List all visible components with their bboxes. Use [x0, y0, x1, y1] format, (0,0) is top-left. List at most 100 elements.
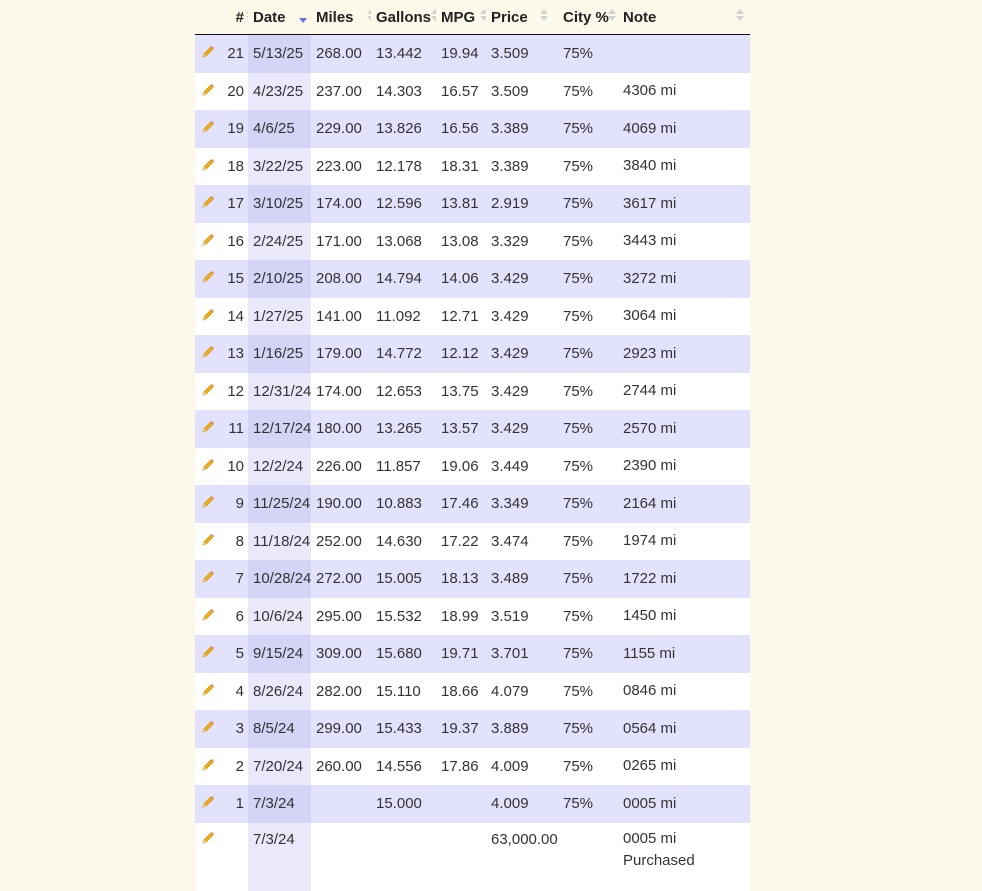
- note-text: 2164 mi: [623, 494, 677, 512]
- miles-cell: 179.00: [311, 335, 371, 373]
- note-cell: 3617 mi: [618, 185, 750, 223]
- gallons-cell: 10.883: [371, 485, 436, 523]
- pencil-icon[interactable]: [201, 158, 215, 172]
- gallons-cell: 15.000: [371, 785, 436, 823]
- note-cell: 2570 mi: [618, 410, 750, 448]
- table-row: 13 1/16/25 179.00 14.772 12.12 3.429 75% 2923 m…: [195, 335, 750, 373]
- edit-cell: [195, 635, 221, 673]
- pencil-icon[interactable]: [201, 120, 215, 134]
- miles-cell: 180.00: [311, 410, 371, 448]
- pencil-icon[interactable]: [201, 45, 215, 59]
- price-cell: 63,000.00: [486, 822, 558, 891]
- table-row: 17 3/10/25 174.00 12.596 13.81 2.919 75% 3617 m…: [195, 185, 750, 223]
- note-text: 1722 mi: [623, 569, 677, 587]
- city-percent-cell: 75%: [558, 785, 618, 823]
- pencil-icon[interactable]: [201, 758, 215, 772]
- row-number-cell: 8: [221, 522, 248, 560]
- miles-cell: 171.00: [311, 222, 371, 260]
- table-row: 7 10/28/24 272.00 15.005 18.13 3.489 75% 1722 m…: [195, 560, 750, 598]
- row-number-cell: 20: [221, 72, 248, 110]
- miles-cell: 229.00: [311, 110, 371, 148]
- pencil-icon[interactable]: [201, 383, 215, 397]
- column-header-num[interactable]: #: [221, 0, 254, 35]
- note-cell: 1155 mi: [618, 635, 750, 673]
- gallons-cell: 14.303: [371, 72, 436, 110]
- note-text: 3064 mi: [623, 307, 677, 325]
- column-header-mpg[interactable]: MPG: [436, 0, 488, 35]
- city-percent-cell: 75%: [558, 110, 618, 148]
- price-cell: 3.429: [486, 372, 558, 410]
- table-row: 11 12/17/24 180.00 13.265 13.57 3.429 75% 2570 …: [195, 410, 750, 448]
- price-cell: 3.329: [486, 222, 558, 260]
- price-cell: 4.079: [486, 672, 558, 710]
- column-header-num-label: #: [235, 8, 244, 26]
- column-header-gallons[interactable]: Gallons: [371, 0, 439, 35]
- column-header-note[interactable]: Note: [618, 0, 750, 35]
- note-text: 2923 mi: [623, 344, 677, 362]
- miles-cell: 309.00: [311, 635, 371, 673]
- price-cell: 3.389: [486, 147, 558, 185]
- table-row: 6 10/6/24 295.00 15.532 18.99 3.519 75% 1450 mi: [195, 597, 750, 635]
- pencil-icon[interactable]: [201, 195, 215, 209]
- column-header-price[interactable]: Price: [486, 0, 558, 35]
- row-number-cell: 16: [221, 222, 248, 260]
- pencil-icon[interactable]: [201, 420, 215, 434]
- miles-cell: 174.00: [311, 185, 371, 223]
- price-cell: 3.509: [486, 72, 558, 110]
- pencil-icon[interactable]: [201, 308, 215, 322]
- pencil-icon[interactable]: [201, 683, 215, 697]
- note-text: 0005 mi: [623, 829, 677, 847]
- date-cell: 2/24/25: [248, 222, 311, 260]
- edit-cell: [195, 822, 221, 891]
- sort-descending-icon: [299, 11, 307, 27]
- gallons-cell: 11.092: [371, 297, 436, 335]
- note-text: 0846 mi: [623, 682, 677, 700]
- pencil-icon[interactable]: [201, 570, 215, 584]
- date-cell: 7/3/24: [248, 785, 311, 823]
- note-cell: [618, 34, 750, 73]
- price-cell: 3.429: [486, 410, 558, 448]
- pencil-icon[interactable]: [201, 795, 215, 809]
- note-cell: 1722 mi: [618, 560, 750, 598]
- table-row: 21 5/13/25 268.00 13.442 19.94 3.509 75%: [195, 34, 750, 73]
- pencil-icon[interactable]: [201, 495, 215, 509]
- gallons-cell: 14.794: [371, 260, 436, 298]
- column-header-miles[interactable]: Miles: [311, 0, 375, 35]
- pencil-icon[interactable]: [201, 270, 215, 284]
- column-header-city[interactable]: City %: [558, 0, 618, 35]
- note-text: 2390 mi: [623, 457, 677, 475]
- mpg-cell: 16.56: [436, 110, 486, 148]
- pencil-icon[interactable]: [201, 458, 215, 472]
- edit-cell: [195, 34, 221, 73]
- pencil-icon[interactable]: [201, 233, 215, 247]
- table-row: 9 11/25/24 190.00 10.883 17.46 3.349 75% 2164 m…: [195, 485, 750, 523]
- pencil-icon[interactable]: [201, 83, 215, 97]
- note-cell: 2923 mi: [618, 335, 750, 373]
- miles-cell: 282.00: [311, 672, 371, 710]
- note-text: 1974 mi: [623, 532, 677, 550]
- city-percent-cell: 75%: [558, 222, 618, 260]
- pencil-icon[interactable]: [201, 831, 215, 845]
- miles-cell: 260.00: [311, 747, 371, 785]
- mpg-cell: 18.31: [436, 147, 486, 185]
- mpg-cell: 19.06: [436, 447, 486, 485]
- city-percent-cell: 75%: [558, 34, 618, 73]
- miles-cell: 141.00: [311, 297, 371, 335]
- table-row: 15 2/10/25 208.00 14.794 14.06 3.429 75% 3272 m…: [195, 260, 750, 298]
- pencil-icon[interactable]: [201, 608, 215, 622]
- mpg-cell: 16.57: [436, 72, 486, 110]
- note-cell: 0265 mi: [618, 747, 750, 785]
- column-header-date[interactable]: Date: [248, 0, 311, 35]
- pencil-icon[interactable]: [201, 720, 215, 734]
- pencil-icon[interactable]: [201, 533, 215, 547]
- gallons-cell: 13.826: [371, 110, 436, 148]
- mpg-cell: 12.71: [436, 297, 486, 335]
- note-cell: 0846 mi: [618, 672, 750, 710]
- pencil-icon[interactable]: [201, 345, 215, 359]
- pencil-icon[interactable]: [201, 645, 215, 659]
- price-cell: 3.489: [486, 560, 558, 598]
- column-header-date-label: Date: [253, 8, 286, 26]
- date-cell: 2/10/25: [248, 260, 311, 298]
- mpg-cell: 14.06: [436, 260, 486, 298]
- mpg-cell: 18.66: [436, 672, 486, 710]
